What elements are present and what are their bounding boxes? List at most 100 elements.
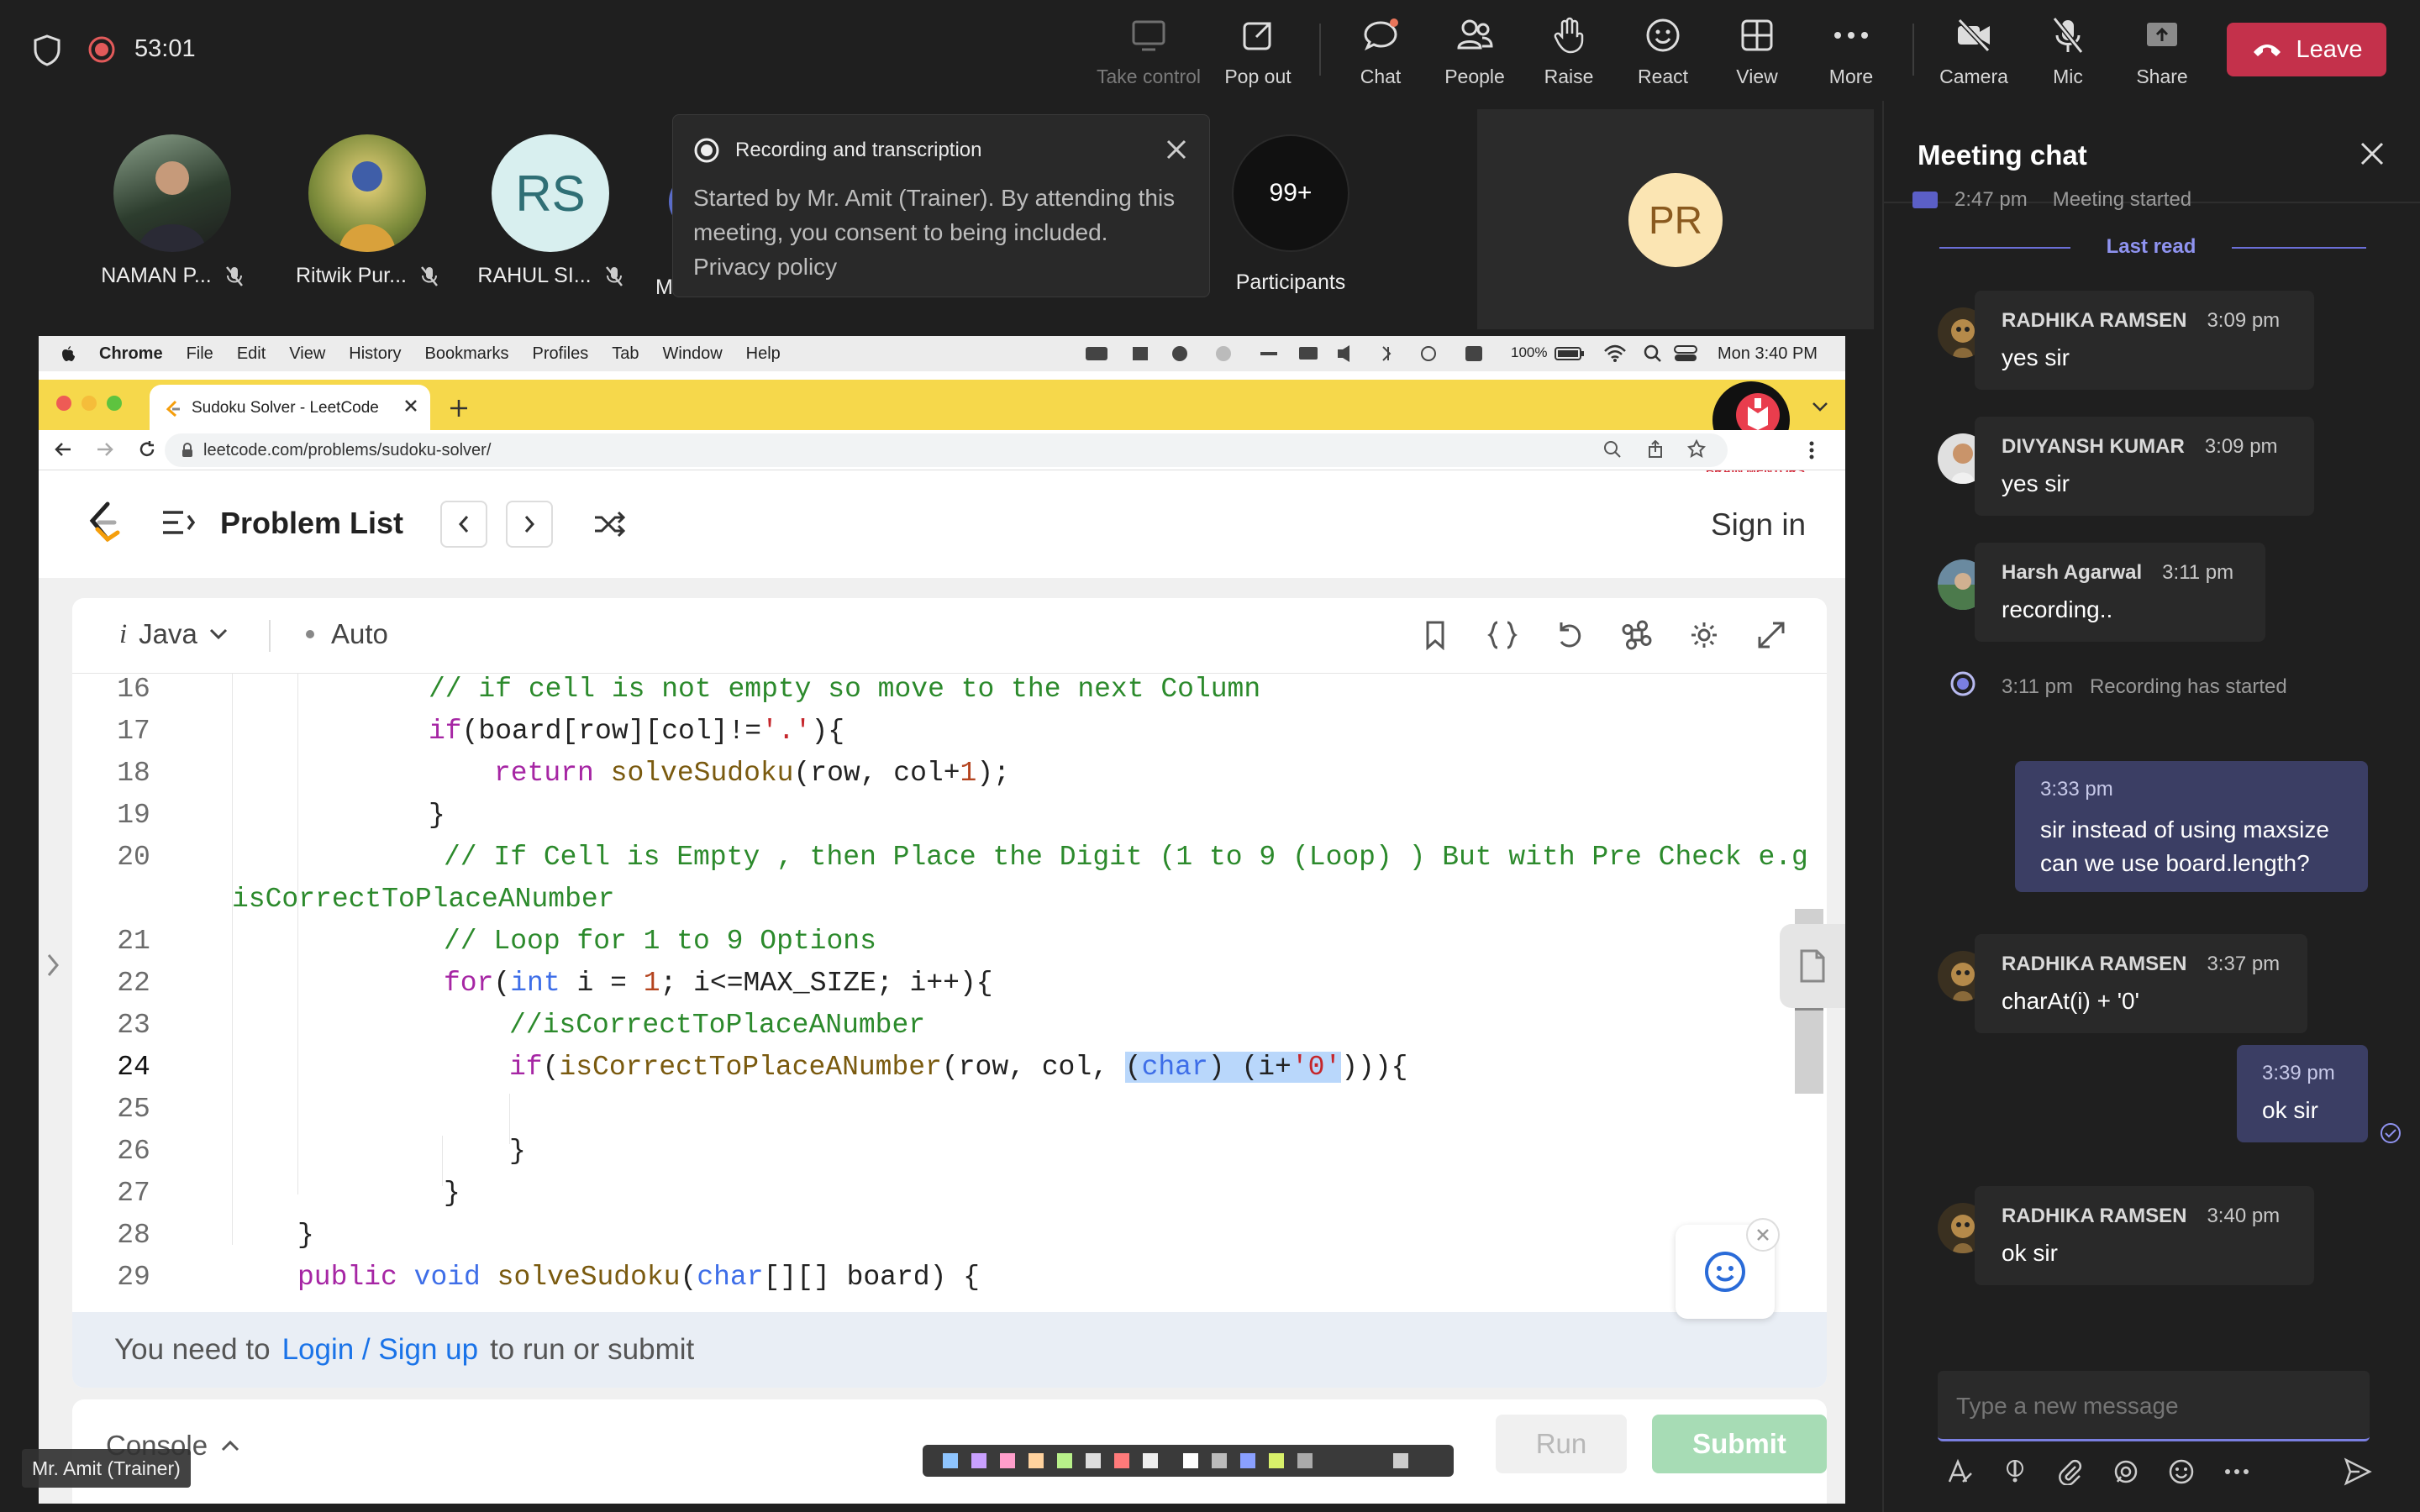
compose-box[interactable] [1938,1371,2370,1441]
line-number: 28 [117,1220,150,1251]
login-signup-link[interactable]: Login / Sign up [282,1333,479,1367]
menu-item[interactable]: Bookmarks [425,344,509,364]
chevron-up-icon [222,1440,239,1452]
code-line: isCorrectToPlaceANumber [232,884,615,915]
message-input[interactable] [1956,1388,2351,1425]
editor-actions[interactable] [1420,620,1786,650]
settings-icon [1691,622,1717,648]
participant-tile[interactable]: Ritwik Pur... [296,134,438,288]
my-chat-message[interactable]: 3:39 pm ok sir [2237,1045,2368,1142]
browser-tab[interactable]: Sudoku Solver - LeetCode [150,385,430,432]
annotation-toolbar[interactable] [923,1445,1454,1477]
chat-message[interactable]: DIVYANSH KUMAR 3:09 pm yes sir [1975,417,2314,516]
my-chat-message[interactable]: 3:33 pm sir instead of using maxsize can… [2015,761,2368,892]
next-problem-button[interactable] [506,501,553,548]
code-line: } [297,1220,314,1251]
control-center-icon[interactable] [1674,344,1699,363]
run-button[interactable]: Run [1496,1415,1627,1473]
last-read-line [2232,247,2366,249]
chat-message[interactable]: Harsh Agarwal 3:11 pm recording.. [1975,543,2265,642]
mic-muted-icon [605,265,623,287]
bookmark-star-icon[interactable] [1687,439,1706,458]
indent-guide [232,674,233,1245]
participants-count-badge[interactable]: 99+ [1232,134,1349,252]
recording-indicator-icon [87,35,116,64]
leave-button[interactable]: Leave [2227,23,2386,76]
more-options-icon [2225,1469,2249,1474]
leetcode-favicon [165,399,182,417]
menu-item[interactable]: Help [746,344,781,364]
menu-item[interactable]: View [289,344,325,364]
send-icon[interactable] [2343,1457,2373,1487]
chat-button[interactable]: Chat [1334,12,1427,96]
prev-problem-button[interactable] [440,501,487,548]
more-button[interactable]: More [1805,12,1897,96]
url-field[interactable]: leetcode.com/problems/sudoku-solver/ [165,433,1728,467]
menu-item[interactable]: File [187,344,213,364]
view-button[interactable]: View [1711,12,1803,96]
recording-started-event: 3:11 pm Recording has started [2002,675,2287,698]
menu-item[interactable]: History [349,344,401,364]
sign-in-link[interactable]: Sign in [1711,507,1806,543]
last-read-line [1939,247,2070,249]
chrome-menu-icon[interactable] [1808,440,1815,460]
chrome-tab-bar: Sudoku Solver - LeetCode [39,380,1845,432]
language-select[interactable]: i Java [119,618,228,650]
close-chat-icon[interactable] [2360,141,2385,166]
take-control-button[interactable]: Take control [1097,12,1201,96]
chat-message[interactable]: RADHIKA RAMSEN 3:09 pm yes sir [1975,291,2314,390]
shuffle-icon[interactable] [593,511,627,538]
window-controls[interactable] [55,395,131,413]
raise-hand-button[interactable]: Raise [1523,12,1615,96]
participant-tile[interactable]: RS RAHUL SI... [477,134,623,288]
menu-item[interactable]: Window [663,344,723,364]
menu-item[interactable]: Edit [237,344,266,364]
meeting-toolbar: 53:01 Take control Pop out Chat People R… [0,0,2420,101]
submit-button[interactable]: Submit [1652,1415,1827,1473]
menu-item[interactable]: Tab [612,344,639,364]
indent-guide [442,1136,443,1186]
chat-message[interactable]: RADHIKA RAMSEN 3:37 pm charAt(i) + '0' [1975,934,2307,1033]
description-tab-button[interactable] [1780,924,1845,1008]
zoom-icon[interactable] [1603,440,1622,459]
participant-tile[interactable]: NAMAN P... [101,134,243,288]
leetcode-logo[interactable] [86,501,123,544]
code-area[interactable]: 16 17 18 19 20 21 22 23 24 25 26 27 28 2… [72,674,1827,1312]
editor-toolbar: i Java Auto [72,598,1827,674]
close-tab-icon[interactable] [403,398,418,413]
share-button[interactable]: Share [2116,12,2208,96]
compose-actions[interactable] [1946,1458,2250,1485]
autocomplete-mode[interactable]: Auto [306,618,388,650]
expand-panel-icon[interactable] [45,953,60,978]
more-icon [1830,12,1872,59]
menu-item[interactable]: Chrome [99,344,163,364]
share-page-icon[interactable] [1647,440,1664,459]
shared-screen: Chrome File Edit View History Bookmarks … [39,336,1845,1504]
new-tab-icon[interactable] [449,398,469,418]
people-button[interactable]: People [1428,12,1521,96]
react-button[interactable]: React [1617,12,1709,96]
search-icon[interactable] [1644,344,1662,363]
camera-button[interactable]: Camera [1928,12,2020,96]
back-icon [55,443,71,456]
emoji-icon [2169,1459,2194,1484]
close-icon[interactable] [1746,1218,1780,1252]
problem-list-link[interactable]: Problem List [220,506,403,541]
toolbar-divider [1912,24,1914,76]
menu-item[interactable]: Profiles [533,344,589,364]
line-number: 22 [117,968,150,999]
share-screen-icon [2141,12,2183,59]
nav-buttons[interactable] [54,440,156,459]
hand-icon [1548,12,1590,59]
mac-status-icons [1086,344,1523,363]
close-icon[interactable] [1165,139,1187,160]
meeting-event-icon [1912,192,1938,208]
mic-button[interactable]: Mic [2022,12,2114,96]
camera-off-icon [1953,12,1995,59]
code-line: } [444,1178,460,1209]
chat-message[interactable]: RADHIKA RAMSEN 3:40 pm ok sir [1975,1186,2314,1285]
pop-out-button[interactable]: Pop out [1212,12,1304,96]
line-number: 16 [117,674,150,705]
meeting-chat-panel: Meeting chat 2:47 pm Meeting started Last… [1882,101,2420,1512]
problem-list-icon[interactable] [161,509,195,536]
